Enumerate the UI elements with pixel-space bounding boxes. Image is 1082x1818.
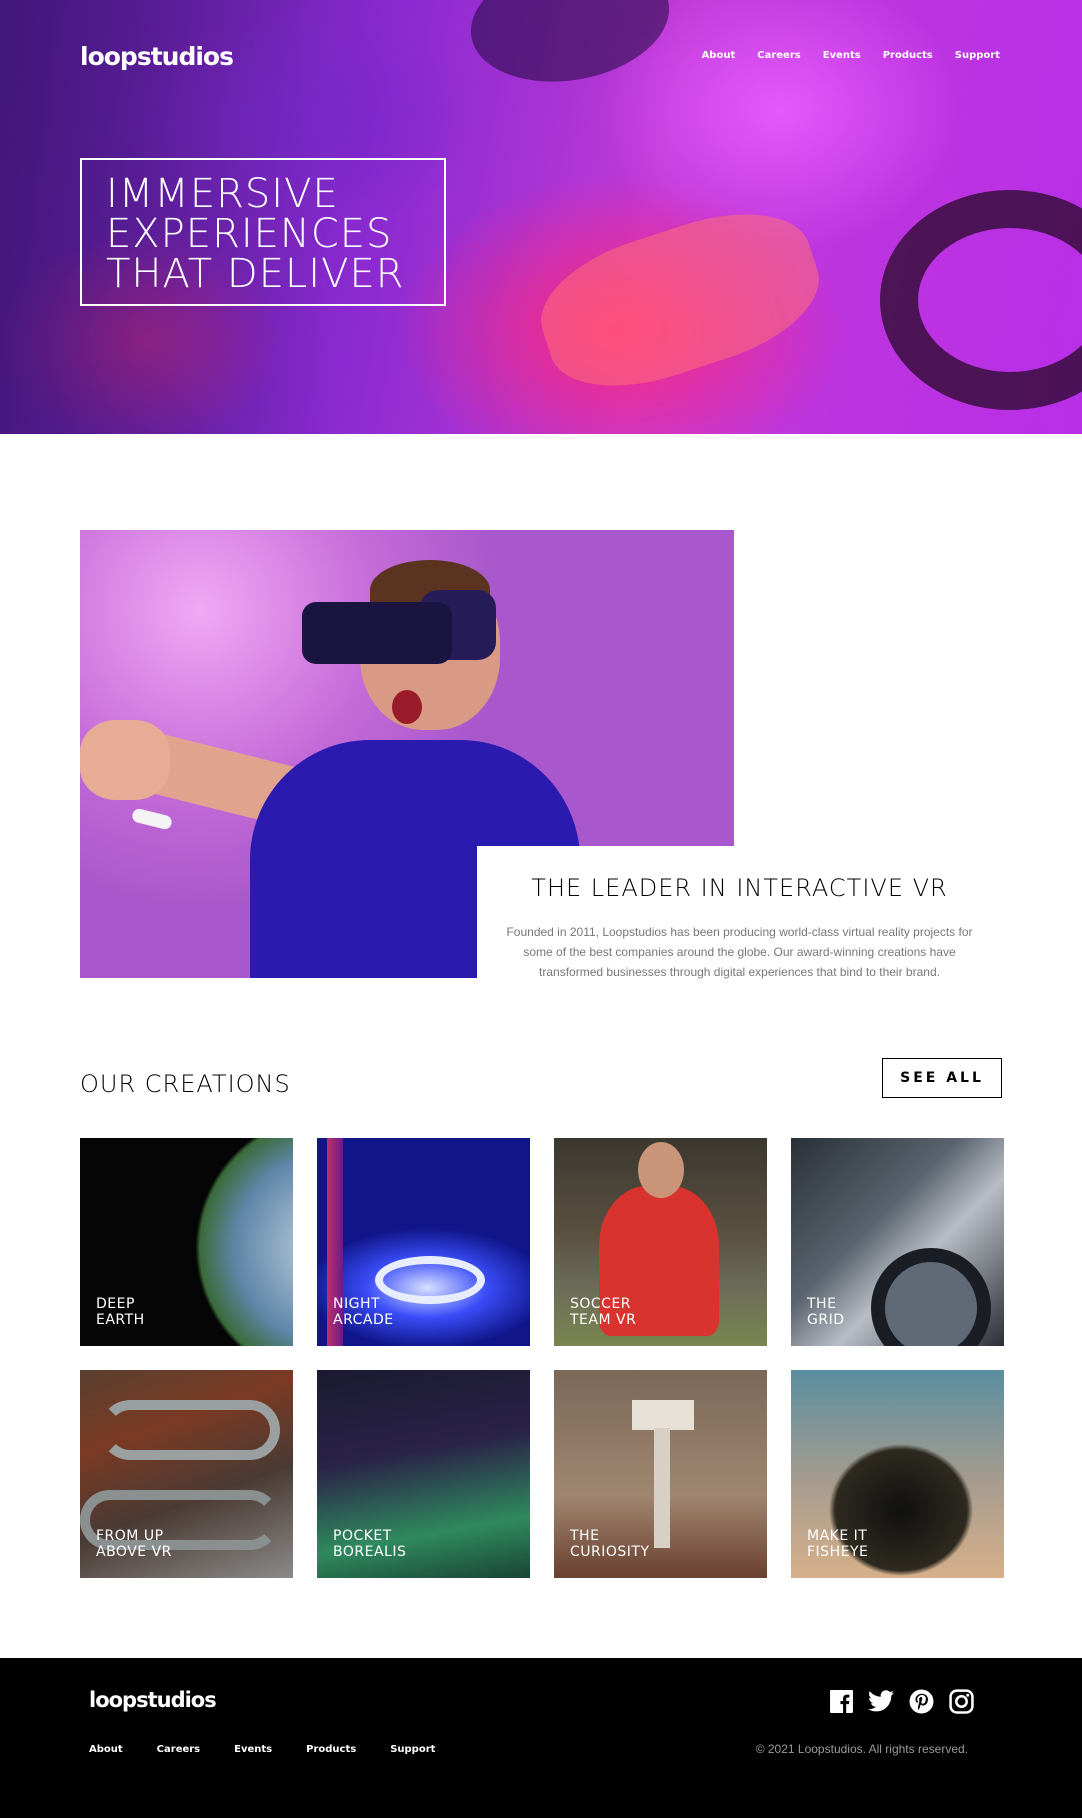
footer-link-events[interactable]: Events bbox=[234, 1744, 272, 1755]
copyright-text: © 2021 Loopstudios. All rights reserved. bbox=[755, 1742, 968, 1756]
creation-card-deep-earth[interactable]: DEEP EARTH bbox=[80, 1138, 293, 1346]
creation-card-the-curiosity[interactable]: THE CURIOSITY bbox=[554, 1370, 767, 1578]
creation-label-line: THE bbox=[807, 1296, 837, 1312]
site-footer: loopstudios About Careers Events Product… bbox=[0, 1658, 1082, 1818]
creation-card-label: MAKE IT FISHEYE bbox=[807, 1528, 868, 1560]
hero-section: loopstudios About Careers Events Product… bbox=[0, 0, 1082, 434]
nav-link-careers[interactable]: Careers bbox=[757, 50, 800, 61]
hero-headline-box: IMMERSIVE EXPERIENCES THAT DELIVER bbox=[80, 158, 446, 306]
vr-photo-mouth bbox=[392, 690, 422, 724]
main-nav: About Careers Events Products Support bbox=[702, 50, 1000, 61]
interactive-description: Founded in 2011, Loopstudios has been pr… bbox=[506, 925, 973, 979]
footer-link-support[interactable]: Support bbox=[390, 1744, 435, 1755]
aerial-road-curve bbox=[100, 1400, 280, 1460]
vr-photo-hand bbox=[80, 720, 170, 800]
creation-label-line: CURIOSITY bbox=[570, 1544, 650, 1560]
pinterest-icon[interactable] bbox=[908, 1688, 934, 1714]
creation-label-line: EARTH bbox=[96, 1312, 145, 1328]
creation-label-line: GRID bbox=[807, 1312, 845, 1328]
nav-link-about[interactable]: About bbox=[702, 50, 736, 61]
instagram-icon[interactable] bbox=[948, 1688, 974, 1714]
see-all-button[interactable]: SEE ALL bbox=[882, 1058, 1002, 1098]
footer-link-about[interactable]: About bbox=[89, 1744, 123, 1755]
creation-label-line: ABOVE VR bbox=[96, 1544, 172, 1560]
creation-card-label: POCKET BOREALIS bbox=[333, 1528, 406, 1560]
creation-label-line: THE bbox=[570, 1528, 600, 1544]
creation-label-line: TEAM VR bbox=[570, 1312, 637, 1328]
hero-headline-line: IMMERSIVE bbox=[106, 171, 339, 217]
nav-link-support[interactable]: Support bbox=[955, 50, 1000, 61]
rover-mast bbox=[654, 1428, 670, 1548]
footer-link-products[interactable]: Products bbox=[306, 1744, 356, 1755]
creation-card-make-it-fisheye[interactable]: MAKE IT FISHEYE bbox=[791, 1370, 1004, 1578]
hero-headline-line: THAT DELIVER bbox=[106, 251, 405, 297]
creation-label-line: MAKE IT bbox=[807, 1528, 868, 1544]
footer-nav: About Careers Events Products Support bbox=[89, 1744, 435, 1755]
creation-label-line: DEEP bbox=[96, 1296, 135, 1312]
vr-photo-wristband bbox=[130, 807, 174, 831]
hero-background-steering-wheel bbox=[880, 190, 1082, 410]
creation-card-label: NIGHT ARCADE bbox=[333, 1296, 394, 1328]
creation-card-label: THE GRID bbox=[807, 1296, 845, 1328]
creation-card-label: FROM UP ABOVE VR bbox=[96, 1528, 172, 1560]
hero-background-goggles bbox=[461, 0, 679, 97]
creation-label-line: FISHEYE bbox=[807, 1544, 869, 1560]
creation-label-line: FROM UP bbox=[96, 1528, 164, 1544]
hero-headline-line: EXPERIENCES bbox=[106, 211, 393, 257]
rover-mast-head bbox=[632, 1400, 694, 1430]
creation-label-line: POCKET bbox=[333, 1528, 392, 1544]
creation-card-the-grid[interactable]: THE GRID bbox=[791, 1138, 1004, 1346]
creation-label-line: BOREALIS bbox=[333, 1544, 407, 1560]
creation-label-line: ARCADE bbox=[333, 1312, 394, 1328]
hero-background-hands bbox=[525, 190, 835, 410]
creation-card-label: THE CURIOSITY bbox=[570, 1528, 650, 1560]
vr-headset bbox=[302, 602, 452, 664]
creation-card-soccer-team-vr[interactable]: SOCCER TEAM VR bbox=[554, 1138, 767, 1346]
creation-label-line: SOCCER bbox=[570, 1296, 632, 1312]
footer-link-careers[interactable]: Careers bbox=[157, 1744, 200, 1755]
creations-grid: DEEP EARTH NIGHT ARCADE SOCCER TEAM VR T… bbox=[80, 1138, 1004, 1578]
creation-card-from-up-above-vr[interactable]: FROM UP ABOVE VR bbox=[80, 1370, 293, 1578]
creation-card-pocket-borealis[interactable]: POCKET BOREALIS bbox=[317, 1370, 530, 1578]
creation-card-label: SOCCER TEAM VR bbox=[570, 1296, 636, 1328]
interactive-title: THE LEADER IN INTERACTIVE VR bbox=[531, 874, 948, 902]
soccer-player-head bbox=[638, 1142, 684, 1198]
interactive-text-card: THE LEADER IN INTERACTIVE VR Founded in … bbox=[477, 846, 1002, 979]
race-car-wheel bbox=[871, 1248, 991, 1346]
site-logo[interactable]: loopstudios bbox=[80, 42, 234, 71]
footer-logo[interactable]: loopstudios bbox=[89, 1688, 217, 1712]
twitter-icon[interactable] bbox=[868, 1688, 894, 1714]
creation-card-label: DEEP EARTH bbox=[96, 1296, 145, 1328]
social-links bbox=[828, 1688, 974, 1714]
nav-link-events[interactable]: Events bbox=[823, 50, 861, 61]
creations-title: OUR CREATIONS bbox=[80, 1070, 291, 1098]
facebook-icon[interactable] bbox=[828, 1688, 854, 1714]
nav-link-products[interactable]: Products bbox=[883, 50, 933, 61]
creation-card-night-arcade[interactable]: NIGHT ARCADE bbox=[317, 1138, 530, 1346]
creation-label-line: NIGHT bbox=[333, 1296, 381, 1312]
